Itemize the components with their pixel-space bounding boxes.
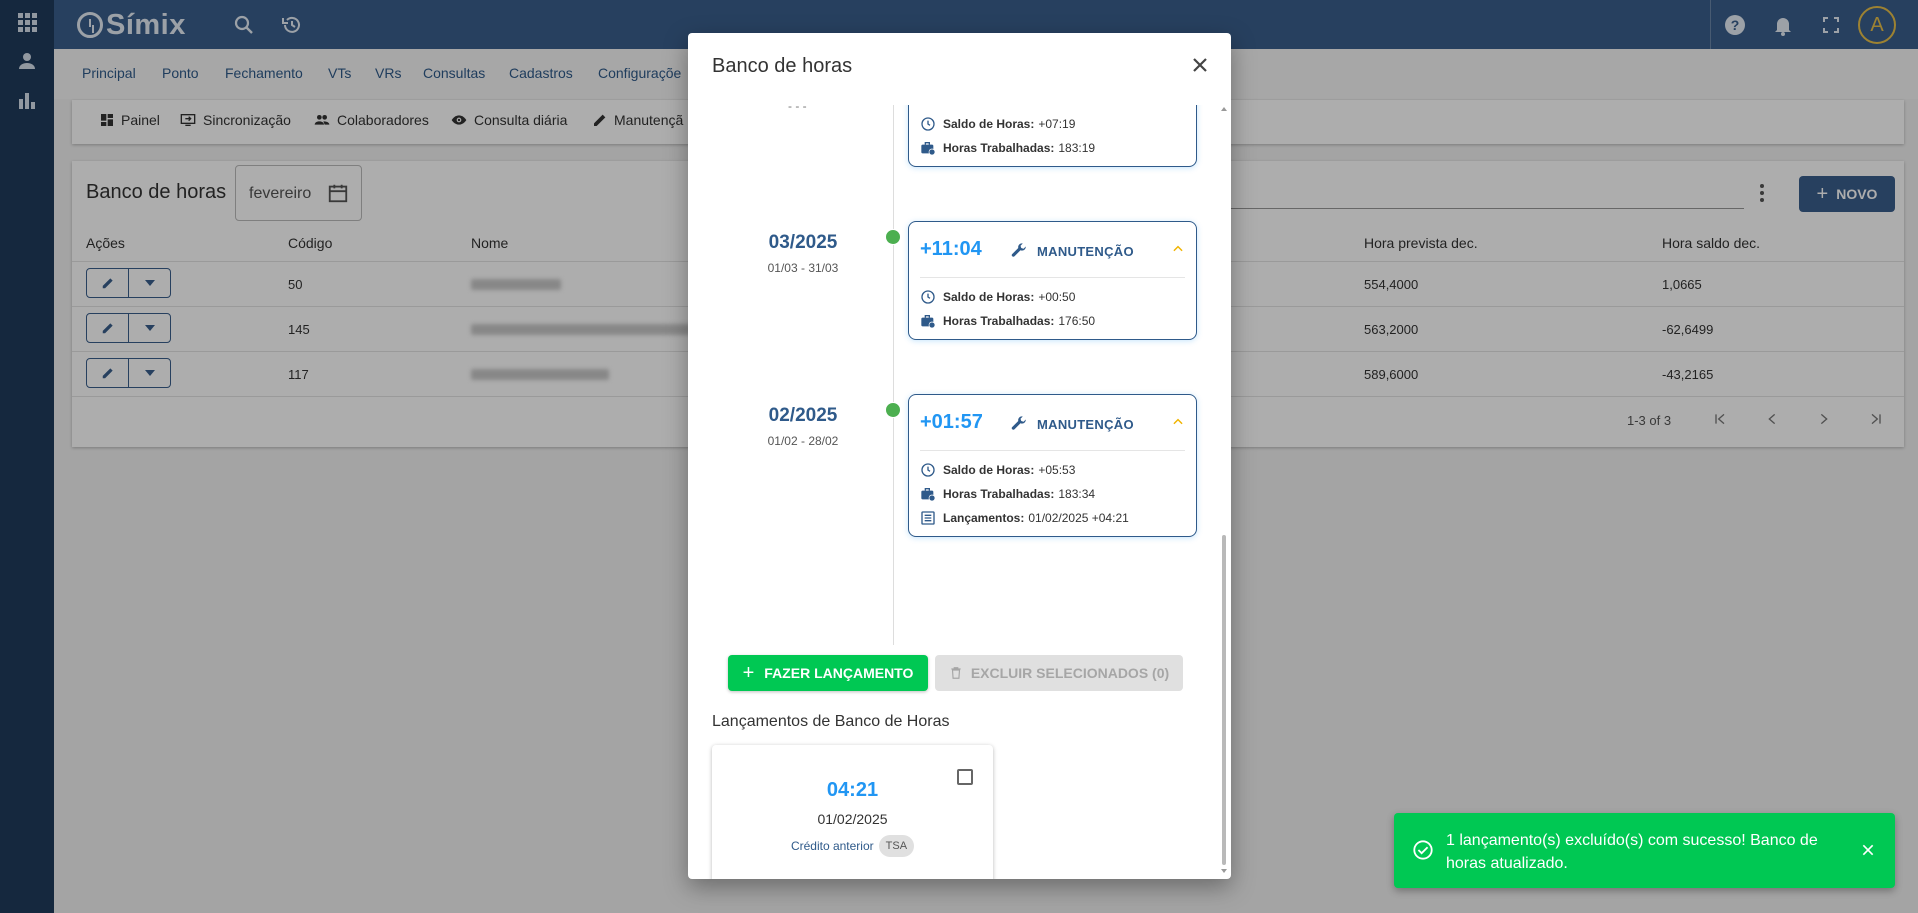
wrench-icon bbox=[1011, 243, 1026, 257]
lancamentos-row: Lançamentos: 01/02/2025 +04:21 bbox=[920, 506, 1185, 530]
status-badge: TSA bbox=[878, 835, 915, 857]
work-history-icon bbox=[921, 142, 936, 156]
wrench-icon bbox=[1011, 416, 1026, 430]
scroll-up-arrow[interactable] bbox=[1221, 107, 1227, 111]
timeline-card[interactable]: Saldo de Horas: +07:19 Horas Trabalhadas:… bbox=[908, 105, 1197, 167]
manutencao-tag: MANUTENÇÃO bbox=[1010, 415, 1134, 433]
balance-value: +01:57 bbox=[920, 411, 983, 433]
dialog-body: - - - Saldo de Horas: +07:19 Horas Trabal… bbox=[688, 105, 1231, 879]
trabalhadas-row: Horas Trabalhadas: 176:50 bbox=[920, 309, 1185, 333]
plus-icon: + bbox=[742, 661, 755, 684]
clock-icon bbox=[921, 290, 935, 304]
fazer-lancamento-button[interactable]: + FAZER LANÇAMENTO bbox=[728, 655, 928, 691]
success-toast: 1 lançamento(s) excluído(s) com sucesso!… bbox=[1394, 813, 1895, 888]
lancamento-meta: Crédito anterior TSA bbox=[712, 835, 993, 857]
clock-icon bbox=[921, 463, 935, 477]
section-title: Lançamentos de Banco de Horas bbox=[712, 713, 950, 730]
lancamento-hours: 04:21 bbox=[826, 779, 879, 801]
saldo-row: Saldo de Horas: +07:19 bbox=[920, 112, 1185, 136]
clock-icon bbox=[921, 117, 935, 131]
saldo-row: Saldo de Horas: +05:53 bbox=[920, 458, 1185, 482]
timeline-line bbox=[893, 105, 894, 645]
scroll-thumb[interactable] bbox=[1222, 535, 1226, 865]
trabalhadas-row: Horas Trabalhadas: 183:34 bbox=[920, 482, 1185, 506]
scroll-down-arrow[interactable] bbox=[1221, 869, 1227, 873]
work-history-icon bbox=[921, 315, 936, 329]
list-alt-icon bbox=[921, 511, 935, 525]
chevron-up-icon[interactable] bbox=[1171, 415, 1185, 429]
trabalhadas-row: Horas Trabalhadas: 183:19 bbox=[920, 136, 1185, 160]
cut-off-range: - - - bbox=[788, 105, 807, 113]
timeline-period: 03/2025 01/03 - 31/03 bbox=[767, 232, 839, 275]
lancamento-date: 01/02/2025 bbox=[817, 811, 888, 827]
close-icon[interactable] bbox=[1860, 842, 1876, 858]
dialog-title: Banco de horas bbox=[712, 55, 853, 77]
close-icon[interactable] bbox=[1188, 53, 1212, 77]
status-dot bbox=[885, 229, 901, 245]
toast-message: 1 lançamento(s) excluído(s) com sucesso!… bbox=[1446, 832, 1818, 872]
work-history-icon bbox=[921, 488, 936, 502]
dialog-scrollbar[interactable] bbox=[1220, 105, 1230, 875]
trash-icon bbox=[951, 667, 961, 679]
check-circle-icon bbox=[1413, 840, 1433, 860]
banco-de-horas-dialog: Banco de horas - - - Saldo de Horas: +07:… bbox=[688, 33, 1231, 879]
timeline-card[interactable]: +01:57 MANUTENÇÃO Saldo de Horas: +05:53 … bbox=[908, 394, 1197, 537]
manutencao-tag: MANUTENÇÃO bbox=[1010, 242, 1134, 260]
timeline-period: 02/2025 01/02 - 28/02 bbox=[767, 405, 839, 448]
excluir-selecionados-button[interactable]: EXCLUIR SELECIONADOS (0) bbox=[935, 655, 1183, 691]
balance-value: +11:04 bbox=[920, 238, 982, 260]
status-dot bbox=[885, 402, 901, 418]
saldo-row: Saldo de Horas: +00:50 bbox=[920, 285, 1185, 309]
timeline-card[interactable]: +11:04 MANUTENÇÃO Saldo de Horas: +00:50 … bbox=[908, 221, 1197, 340]
lancamento-card[interactable]: 04:21 01/02/2025 Crédito anterior TSA bbox=[712, 745, 993, 879]
chevron-up-icon[interactable] bbox=[1171, 242, 1185, 256]
